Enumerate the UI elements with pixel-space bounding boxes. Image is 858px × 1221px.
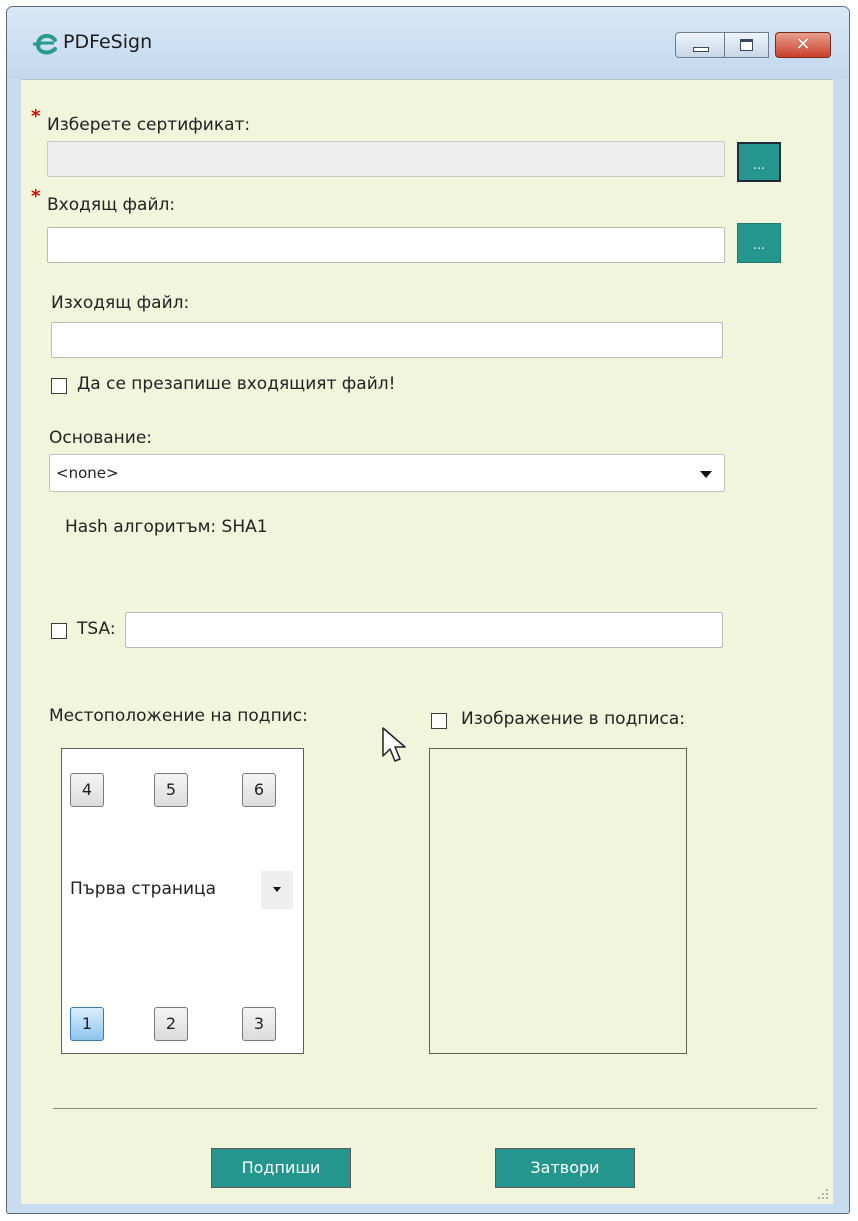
- page-select-value: Първа страница: [70, 879, 217, 899]
- page-select-arrow-button[interactable]: [261, 871, 293, 909]
- tsa-label[interactable]: TSA:: [77, 619, 116, 639]
- output-file-field[interactable]: [51, 322, 723, 358]
- app-logo-icon: [33, 33, 57, 55]
- close-icon: ✕: [795, 34, 811, 55]
- window-title: PDFeSign: [63, 31, 153, 53]
- tsa-checkbox[interactable]: [51, 623, 67, 639]
- main-window: PDFeSign ✕ * Изберете сертификат: ... * …: [6, 6, 850, 1214]
- maximize-button[interactable]: [725, 32, 769, 58]
- required-marker: *: [31, 186, 41, 207]
- close-button[interactable]: Затвори: [495, 1148, 635, 1188]
- page-select-dropdown[interactable]: Първа страница: [62, 871, 305, 909]
- position-3-button[interactable]: 3: [242, 1007, 276, 1041]
- separator: [53, 1108, 817, 1109]
- overwrite-checkbox[interactable]: [51, 378, 67, 394]
- maximize-icon: [740, 39, 753, 51]
- resize-grip-icon[interactable]: [817, 1188, 829, 1200]
- minimize-button[interactable]: [675, 32, 725, 58]
- position-6-button[interactable]: 6: [242, 773, 276, 807]
- tsa-field[interactable]: [125, 612, 723, 648]
- required-marker: *: [31, 106, 41, 127]
- browse-input-file-button[interactable]: ...: [737, 223, 781, 263]
- input-file-label: Входящ файл:: [47, 195, 176, 215]
- signature-image-label[interactable]: Изображение в подписа:: [461, 709, 685, 729]
- signature-position-panel: 4 5 6 Първа страница 1 2 3: [61, 748, 304, 1054]
- certificate-label: Изберете сертификат:: [47, 115, 251, 135]
- hash-algorithm-text: Hash алгоритъм: SHA1: [65, 517, 268, 537]
- browse-certificate-button[interactable]: ...: [737, 142, 781, 182]
- certificate-field[interactable]: [47, 141, 725, 177]
- form-area: * Изберете сертификат: ... * Входящ файл…: [21, 79, 833, 1204]
- position-1-button[interactable]: 1: [70, 1007, 104, 1041]
- position-5-button[interactable]: 5: [154, 773, 188, 807]
- close-window-button[interactable]: ✕: [775, 32, 831, 58]
- title-bar[interactable]: PDFeSign ✕: [7, 7, 849, 79]
- reason-label: Основание:: [49, 428, 153, 448]
- minimize-icon: [693, 47, 709, 52]
- overwrite-label[interactable]: Да се презапише входящият файл!: [77, 374, 395, 394]
- signature-image-preview: [429, 748, 687, 1054]
- output-file-label: Изходящ файл:: [51, 293, 190, 313]
- signature-image-checkbox[interactable]: [431, 713, 447, 729]
- chevron-down-icon: [273, 887, 281, 892]
- mouse-cursor-icon: [382, 727, 406, 762]
- reason-selected-value: <none>: [56, 464, 119, 482]
- signature-position-label: Местоположение на подпис:: [49, 706, 308, 726]
- position-4-button[interactable]: 4: [70, 773, 104, 807]
- chevron-down-icon: [700, 471, 712, 478]
- reason-dropdown[interactable]: <none>: [49, 454, 725, 492]
- input-file-field[interactable]: [47, 227, 725, 263]
- position-2-button[interactable]: 2: [154, 1007, 188, 1041]
- sign-button[interactable]: Подпиши: [211, 1148, 351, 1188]
